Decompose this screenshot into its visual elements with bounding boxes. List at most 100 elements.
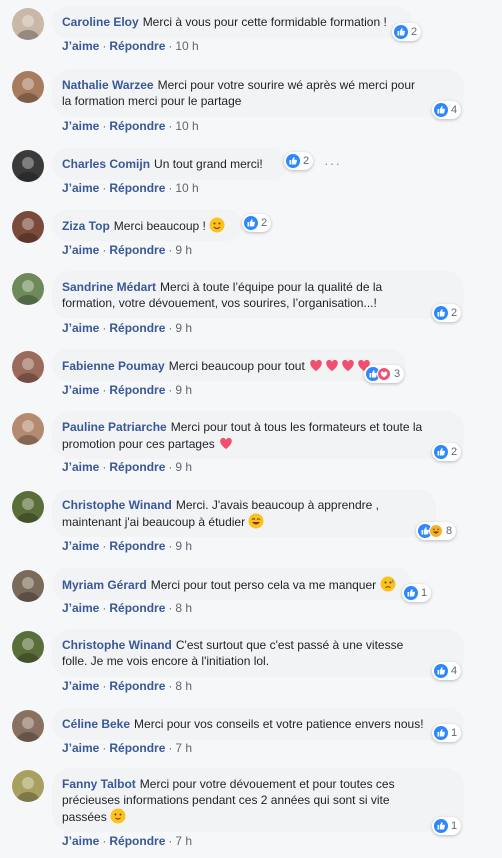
author-name[interactable]: Myriam Gérard <box>62 578 147 592</box>
avatar[interactable] <box>12 570 44 602</box>
comment-actions: J’aime · Répondre · 10 h <box>62 39 199 53</box>
avatar[interactable] <box>12 631 44 663</box>
like-reaction-icon <box>434 726 448 740</box>
author-name[interactable]: Ziza Top <box>62 219 110 233</box>
reaction-count-badge[interactable]: 1 <box>402 584 432 602</box>
more-options-icon[interactable]: ··· <box>324 155 341 171</box>
comment-text: Merci. J'avais beaucoup à apprendre , <box>175 498 379 512</box>
avatar[interactable] <box>12 491 44 523</box>
avatar[interactable] <box>12 8 44 40</box>
like-button[interactable]: J’aime <box>62 181 99 195</box>
avatar[interactable] <box>12 710 44 742</box>
reaction-count: 2 <box>411 26 418 38</box>
reaction-count-badge[interactable]: 2 <box>242 214 272 232</box>
timestamp[interactable]: 9 h <box>175 460 192 474</box>
like-button[interactable]: J’aime <box>62 679 99 693</box>
reply-button[interactable]: Répondre <box>109 119 165 133</box>
avatar[interactable] <box>12 770 44 802</box>
like-button[interactable]: J’aime <box>62 741 99 755</box>
timestamp[interactable]: 8 h <box>175 679 192 693</box>
author-name[interactable]: Christophe Winand <box>62 498 172 512</box>
reply-button[interactable]: Répondre <box>109 39 165 53</box>
reply-button[interactable]: Répondre <box>109 383 165 397</box>
author-name[interactable]: Christophe Winand <box>62 638 172 652</box>
timestamp[interactable]: 10 h <box>175 39 198 53</box>
reaction-count-badge[interactable]: 1 <box>432 724 462 742</box>
reaction-count-badge[interactable]: 2 <box>432 443 462 461</box>
avatar[interactable] <box>12 71 44 103</box>
like-button[interactable]: J’aime <box>62 243 99 257</box>
comment-bubble: Pauline Patriarche Merci pour tout à tous… <box>52 411 464 459</box>
reaction-count-badge[interactable]: 8 <box>416 522 457 540</box>
author-name[interactable]: Charles Comijn <box>62 157 150 171</box>
reply-button[interactable]: Répondre <box>109 243 165 257</box>
like-button[interactable]: J’aime <box>62 119 99 133</box>
reply-button[interactable]: Répondre <box>109 834 165 848</box>
separator-dot: · <box>168 601 173 615</box>
timestamp[interactable]: 8 h <box>175 601 192 615</box>
timestamp[interactable]: 9 h <box>175 321 192 335</box>
reply-button[interactable]: Répondre <box>109 741 165 755</box>
separator-dot: · <box>168 321 173 335</box>
avatar[interactable] <box>12 150 44 182</box>
like-button[interactable]: J’aime <box>62 321 99 335</box>
comment-text: C'est surtout que c'est passé à une vite… <box>175 638 404 652</box>
reply-button[interactable]: Répondre <box>109 460 165 474</box>
like-button[interactable]: J’aime <box>62 601 99 615</box>
reaction-count-badge[interactable]: 1 <box>432 817 462 835</box>
reaction-count: 2 <box>451 446 458 458</box>
reaction-count: 3 <box>394 368 401 380</box>
reply-button[interactable]: Répondre <box>109 679 165 693</box>
avatar[interactable] <box>12 211 44 243</box>
separator-dot: · <box>102 181 107 195</box>
timestamp[interactable]: 10 h <box>175 119 198 133</box>
reaction-count-badge[interactable]: 2 <box>392 23 422 41</box>
author-name[interactable]: Caroline Eloy <box>62 15 139 29</box>
timestamp[interactable]: 7 h <box>175 741 192 755</box>
author-name[interactable]: Fabienne Poumay <box>62 359 165 373</box>
comment-actions: J’aime · Répondre · 8 h <box>62 679 192 693</box>
sad-face-emoji <box>380 576 396 596</box>
reaction-count: 2 <box>303 155 310 167</box>
like-reaction-icon <box>394 25 408 39</box>
timestamp[interactable]: 9 h <box>175 383 192 397</box>
like-button[interactable]: J’aime <box>62 834 99 848</box>
like-reaction-icon <box>244 216 258 230</box>
separator-dot: · <box>168 243 173 257</box>
reaction-count-badge[interactable]: 4 <box>432 101 462 119</box>
comment-actions: J’aime · Répondre · 10 h <box>62 181 199 195</box>
author-name[interactable]: Nathalie Warzee <box>62 78 154 92</box>
timestamp[interactable]: 9 h <box>175 243 192 257</box>
like-button[interactable]: J’aime <box>62 539 99 553</box>
timestamp[interactable]: 9 h <box>175 539 192 553</box>
comment-bubble: Charles Comijn Un tout grand merci! <box>52 148 288 180</box>
author-name[interactable]: Céline Beke <box>62 717 130 731</box>
separator-dot: · <box>168 834 173 848</box>
author-name[interactable]: Sandrine Médart <box>62 280 156 294</box>
reply-button[interactable]: Répondre <box>109 539 165 553</box>
reaction-count-badge[interactable]: 2 <box>284 152 314 170</box>
reaction-count-badge[interactable]: 3 <box>364 365 405 383</box>
author-name[interactable]: Fanny Talbot <box>62 777 136 791</box>
timestamp[interactable]: 10 h <box>175 181 198 195</box>
reply-button[interactable]: Répondre <box>109 601 165 615</box>
reaction-count-badge[interactable]: 4 <box>432 662 462 680</box>
author-name[interactable]: Pauline Patriarche <box>62 420 167 434</box>
comment-actions: J’aime · Répondre · 9 h <box>62 539 192 553</box>
avatar[interactable] <box>12 413 44 445</box>
avatar[interactable] <box>12 273 44 305</box>
reaction-count-badge[interactable]: 2 <box>432 304 462 322</box>
like-button[interactable]: J’aime <box>62 39 99 53</box>
timestamp[interactable]: 7 h <box>175 834 192 848</box>
reaction-count: 1 <box>451 727 458 739</box>
like-button[interactable]: J’aime <box>62 383 99 397</box>
like-reaction-icon <box>434 445 448 459</box>
reply-button[interactable]: Répondre <box>109 181 165 195</box>
comment-text: Merci pour tout à tous les formateurs et… <box>170 420 423 434</box>
reply-button[interactable]: Répondre <box>109 321 165 335</box>
like-button[interactable]: J’aime <box>62 460 99 474</box>
separator-dot: · <box>102 321 107 335</box>
separator-dot: · <box>168 39 173 53</box>
avatar[interactable] <box>12 351 44 383</box>
separator-dot: · <box>102 679 107 693</box>
